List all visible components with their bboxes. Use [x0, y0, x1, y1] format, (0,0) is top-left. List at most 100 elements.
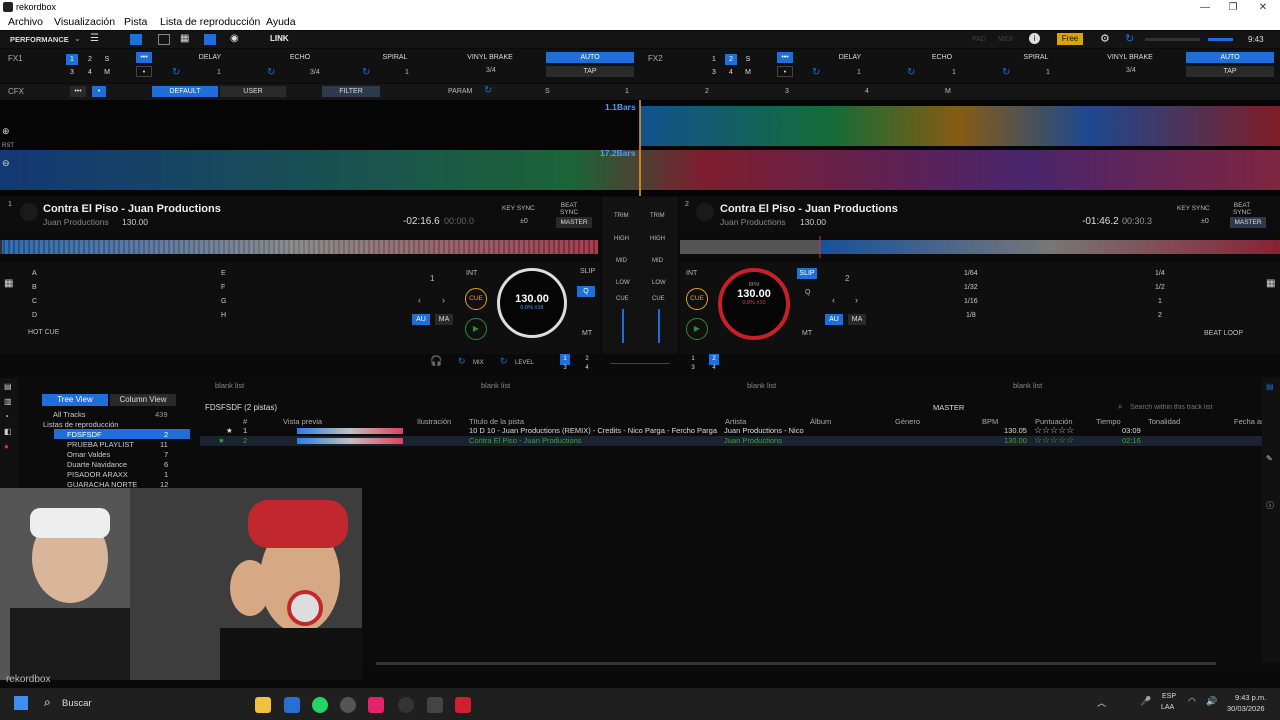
- fx1-effect-echo[interactable]: ECHO: [270, 52, 330, 63]
- fx2-deck-m[interactable]: M: [742, 67, 754, 78]
- link-button[interactable]: LINK: [270, 34, 289, 43]
- row-preview-waveform[interactable]: [297, 428, 403, 434]
- deck2-loop-double-icon[interactable]: ›: [855, 295, 858, 305]
- deck1-cue-button[interactable]: CUE: [465, 288, 487, 310]
- gear-icon[interactable]: ⚙: [1100, 32, 1110, 45]
- zoom-out-icon[interactable]: ⊖: [2, 158, 10, 169]
- fx1-deck-4[interactable]: 4: [84, 67, 96, 78]
- horizontal-scrollbar[interactable]: [376, 662, 1216, 665]
- deck1-quantize-button[interactable]: Q: [577, 286, 595, 297]
- deck1-auto-beatloop[interactable]: AU: [412, 314, 430, 325]
- wifi-icon[interactable]: ◠: [1188, 696, 1196, 707]
- fx1-deck-1[interactable]: 1: [66, 54, 78, 65]
- deck2-beat-sync[interactable]: BEAT SYNC: [1230, 202, 1254, 216]
- deck2-beatloop-label[interactable]: BEAT LOOP: [1204, 330, 1243, 337]
- fx1-auto-button[interactable]: AUTO: [546, 52, 634, 63]
- col-album[interactable]: Álbum: [810, 417, 831, 426]
- col-date[interactable]: Fecha añ: [1234, 417, 1265, 426]
- hotcue-f[interactable]: F: [221, 284, 225, 291]
- mixer-cue-2[interactable]: CUE: [652, 296, 665, 302]
- fx1-deck-s[interactable]: S: [101, 54, 113, 65]
- cfx-default-button[interactable]: DEFAULT: [152, 86, 218, 97]
- deck2-cue-button[interactable]: CUE: [686, 288, 708, 310]
- store-icon[interactable]: [284, 697, 300, 713]
- file-explorer-icon[interactable]: [255, 697, 271, 713]
- enlarged-waveform[interactable]: 1.1Bars 17.2Bars ⊕ RST ⊖: [0, 100, 1280, 196]
- fx1-deck-m[interactable]: M: [101, 67, 113, 78]
- beatloop-1-4[interactable]: 1/4: [1155, 270, 1165, 277]
- streaming-icon[interactable]: ●: [4, 442, 9, 451]
- info-icon[interactable]: i: [1029, 33, 1040, 44]
- microphone-icon[interactable]: 🎤: [1140, 696, 1151, 707]
- cfx-filter-button[interactable]: FILTER: [322, 86, 380, 97]
- deck2-loop-half-icon[interactable]: ‹: [832, 295, 835, 305]
- fx2-deck-4[interactable]: 4: [725, 67, 737, 78]
- channel1-fader[interactable]: [622, 309, 624, 343]
- deck1-slip-button[interactable]: SLIP: [580, 268, 595, 275]
- hotcue-g[interactable]: G: [221, 298, 226, 305]
- deck1-master-button[interactable]: MASTER: [556, 217, 592, 228]
- deck1-jog-wheel[interactable]: 130.00 0.0% ±16: [497, 268, 567, 338]
- beatloop-1-32[interactable]: 1/32: [964, 284, 978, 291]
- mix-knob[interactable]: ↻: [458, 356, 466, 367]
- tree-fdsfsdf[interactable]: FDSFSDF: [67, 430, 102, 439]
- hotcue-b[interactable]: B: [32, 284, 37, 291]
- deck1-overview-waveform[interactable]: [0, 234, 600, 260]
- deck2-quantize-button[interactable]: Q: [805, 289, 810, 296]
- tree-omar-valdes[interactable]: Omar Valdes: [67, 450, 110, 459]
- table-row[interactable]: ★ 2 Contra El Piso - Juan Productions Ju…: [200, 435, 1265, 446]
- panel-2-title[interactable]: blank list: [481, 381, 510, 390]
- fx1-effect-spiral[interactable]: SPIRAL: [365, 52, 425, 63]
- col-artist[interactable]: Artista: [725, 417, 746, 426]
- close-button[interactable]: ✕: [1248, 0, 1278, 15]
- row-rating[interactable]: ☆☆☆☆☆: [1034, 435, 1074, 446]
- view-4deck-icon[interactable]: [158, 34, 170, 45]
- maximize-button[interactable]: ❐: [1218, 0, 1248, 15]
- fx2-auto-button[interactable]: AUTO: [1186, 52, 1274, 63]
- tiktok-icon[interactable]: [368, 697, 384, 713]
- tray-chevron-icon[interactable]: ︿: [1097, 696, 1106, 709]
- deck1-pad-grid-icon[interactable]: ▦: [4, 278, 13, 289]
- reset-zoom-button[interactable]: RST: [2, 143, 14, 149]
- fx2-effect-echo[interactable]: ECHO: [912, 52, 972, 63]
- view-2deck-icon[interactable]: [130, 34, 142, 45]
- media-player-icon[interactable]: [398, 697, 414, 713]
- fx2-deck-1[interactable]: 1: [708, 54, 720, 65]
- deck2-play-button[interactable]: ▶: [686, 318, 708, 340]
- table-row[interactable]: ★ 1 10 D 10 - Juan Productions (REMIX) -…: [200, 425, 1265, 436]
- hotcue-d[interactable]: D: [32, 312, 37, 319]
- beatloop-1-64[interactable]: 1/64: [964, 270, 978, 277]
- beatloop-1-2[interactable]: 1/2: [1155, 284, 1165, 291]
- fx2-knob-2-icon[interactable]: ↻: [907, 67, 915, 78]
- col-bpm[interactable]: BPM: [982, 417, 998, 426]
- fx2-deck-3[interactable]: 3: [708, 67, 720, 78]
- tree-prueba-playlist[interactable]: PRUEBA PLAYLIST: [67, 440, 134, 449]
- deck1-play-button[interactable]: ▶: [465, 318, 487, 340]
- taskbar-search[interactable]: Buscar: [62, 698, 92, 709]
- recorder-icon[interactable]: [455, 697, 471, 713]
- deck1-int-selector[interactable]: INT: [466, 270, 477, 277]
- sync-icon[interactable]: ↻: [1125, 32, 1134, 45]
- fx2-mode-icon[interactable]: •: [777, 66, 793, 77]
- hotcue-e[interactable]: E: [221, 270, 226, 277]
- row-star-icon[interactable]: ★: [226, 426, 233, 435]
- col-number[interactable]: #: [243, 417, 247, 426]
- crossfader[interactable]: [610, 363, 670, 364]
- deck2-jog-wheel[interactable]: BPM 130.00 0.0% ±10: [718, 268, 790, 340]
- pad-label[interactable]: PAD: [972, 36, 986, 43]
- region-indicator[interactable]: LAA: [1161, 704, 1174, 711]
- beatloop-1[interactable]: 1: [1158, 298, 1162, 305]
- hotcue-c[interactable]: C: [32, 298, 37, 305]
- mixer-icon[interactable]: [204, 34, 216, 45]
- language-indicator[interactable]: ESP: [1162, 693, 1176, 700]
- deck2-slip-button[interactable]: SLIP: [797, 268, 817, 279]
- row-star-icon[interactable]: ★: [218, 436, 225, 445]
- menu-pista[interactable]: Pista: [124, 16, 147, 28]
- search-icon[interactable]: ⌕: [44, 695, 51, 710]
- deck2-auto-beatloop[interactable]: AU: [825, 314, 843, 325]
- menu-archivo[interactable]: Archivo: [8, 16, 43, 28]
- plan-badge[interactable]: Free: [1057, 33, 1083, 45]
- minimize-button[interactable]: —: [1190, 0, 1220, 15]
- col-preview[interactable]: Vista previa: [283, 417, 322, 426]
- deck1-manual-loop[interactable]: MA: [435, 314, 453, 325]
